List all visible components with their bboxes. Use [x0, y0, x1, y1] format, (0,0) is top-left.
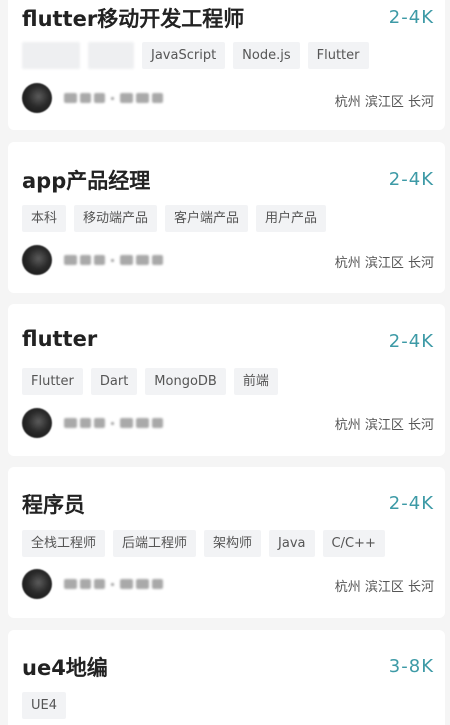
recruiter-info — [22, 245, 163, 275]
recruiter-info — [22, 408, 163, 438]
job-tag: 客户端产品 — [165, 205, 249, 232]
job-salary: 3-8K — [388, 656, 434, 677]
job-location: 杭州 滨江区 长河 — [334, 95, 434, 110]
job-title: 程序员 — [22, 493, 85, 517]
job-tag: 架构师 — [204, 530, 262, 557]
job-tag: 前端 — [233, 368, 278, 395]
job-tag: 全栈工程师 — [22, 530, 106, 557]
job-tag: 移动端产品 — [74, 205, 158, 232]
job-salary: 2-4K — [388, 7, 434, 28]
job-card[interactable]: app产品经理 2-4K 本科 移动端产品 客户端产品 用户产品 杭州 滨江区 … — [8, 142, 445, 293]
job-title: app产品经理 — [22, 169, 151, 193]
job-tags: UE4 — [22, 692, 66, 719]
job-tag: Flutter — [307, 42, 369, 69]
job-title: flutter移动开发工程师 — [22, 7, 245, 31]
job-tag: JavaScript — [142, 42, 226, 69]
job-tags: JavaScript Node.js Flutter — [22, 42, 369, 69]
recruiter-name-redacted — [64, 418, 163, 428]
job-salary: 2-4K — [388, 493, 434, 514]
job-card[interactable]: 程序员 2-4K 全栈工程师 后端工程师 架构师 Java C/C++ 杭州 滨… — [8, 467, 445, 618]
job-tag: Node.js — [233, 42, 300, 69]
avatar — [22, 245, 52, 275]
job-tag: C/C++ — [322, 530, 385, 557]
job-location: 杭州 滨江区 长河 — [334, 256, 434, 271]
job-location: 杭州 滨江区 长河 — [334, 580, 434, 595]
job-tags: 本科 移动端产品 客户端产品 用户产品 — [22, 205, 327, 232]
job-title: flutter — [22, 327, 98, 351]
job-tag: Java — [269, 530, 315, 557]
job-tag: MongoDB — [145, 368, 226, 395]
avatar — [22, 569, 52, 599]
job-tag: Flutter — [22, 368, 83, 395]
job-tag: 用户产品 — [256, 205, 327, 232]
recruiter-name-redacted — [64, 255, 163, 265]
job-card[interactable]: ue4地编 3-8K UE4 — [8, 630, 445, 725]
job-salary: 2-4K — [388, 331, 434, 352]
job-card[interactable]: flutter移动开发工程师 2-4K JavaScript Node.js F… — [8, 0, 445, 130]
job-title: ue4地编 — [22, 656, 108, 680]
recruiter-name-redacted — [64, 93, 163, 103]
avatar — [22, 408, 52, 438]
job-location: 杭州 滨江区 长河 — [334, 418, 434, 433]
job-tag: 本科 — [22, 205, 67, 232]
job-salary: 2-4K — [388, 169, 434, 190]
job-tag-redacted — [22, 42, 80, 69]
job-tag: 后端工程师 — [113, 530, 197, 557]
job-tags: Flutter Dart MongoDB 前端 — [22, 368, 278, 395]
job-tag: UE4 — [22, 692, 66, 719]
recruiter-info — [22, 83, 163, 113]
job-card[interactable]: flutter 2-4K Flutter Dart MongoDB 前端 杭州 … — [8, 304, 445, 456]
recruiter-info — [22, 569, 163, 599]
job-tag-redacted — [88, 42, 134, 69]
recruiter-name-redacted — [64, 579, 163, 589]
avatar — [22, 83, 52, 113]
job-tag: Dart — [90, 368, 138, 395]
job-tags: 全栈工程师 后端工程师 架构师 Java C/C++ — [22, 530, 385, 557]
